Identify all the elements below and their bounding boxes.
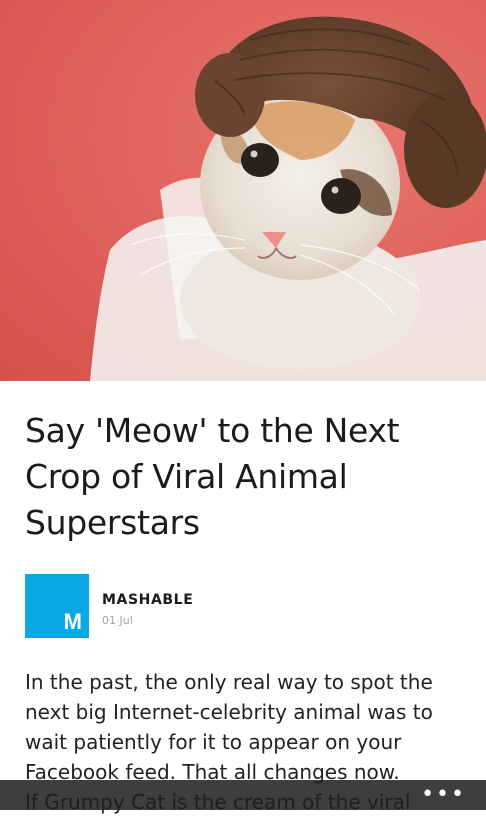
body-line: next big Internet-celebrity animal was t… [25, 700, 433, 724]
source-logo[interactable]: M [25, 574, 89, 638]
kitten-photo [90, 16, 486, 381]
title-line: Say 'Meow' to the Next [25, 411, 400, 450]
source-logo-letter: M [63, 609, 82, 634]
publish-date: 01 Jul [102, 614, 133, 627]
ellipsis-icon[interactable]: ••• [421, 782, 466, 808]
body-line: wait patiently for it to appear on your [25, 730, 402, 754]
article-title: Say 'Meow' to the Next Crop of Viral Ani… [25, 408, 465, 546]
title-line: Crop of Viral Animal [25, 457, 348, 496]
hero-image [0, 0, 486, 381]
body-line: In the past, the only real way to spot t… [25, 670, 433, 694]
app-bar: ••• [0, 780, 486, 810]
title-line: Superstars [25, 503, 200, 542]
source-name[interactable]: MASHABLE [102, 592, 193, 608]
